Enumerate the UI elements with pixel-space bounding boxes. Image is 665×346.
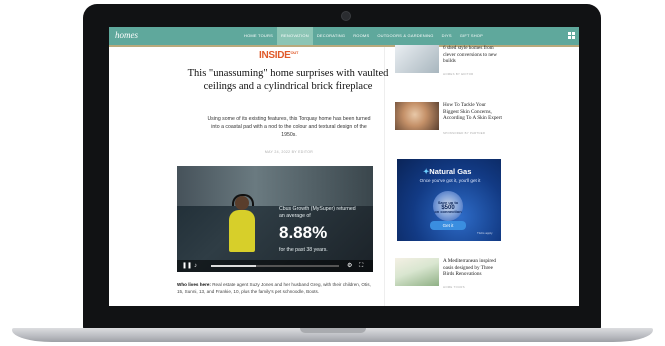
natural-gas-ad[interactable]: ✦Natural Gas Once you've got it, you'll … [397, 159, 501, 241]
article-body: Who lives here: Real estate agent Suzy J… [177, 282, 371, 294]
video-return-value: 8.88% [279, 223, 328, 242]
sidebar-article[interactable]: How To Tackle Your Biggest Skin Concerns… [395, 102, 575, 142]
video-progress-bar[interactable] [211, 265, 339, 267]
article-headline: This "unassuming" home surprises with va… [187, 68, 389, 92]
browser-screen: homes HOME TOURS RENOVATION DECORATING ROOM… [109, 27, 579, 306]
top-navigation: homes HOME TOURS RENOVATION DECORATING ROOM… [109, 27, 579, 45]
sidebar-article-title[interactable]: How To Tackle Your Biggest Skin Concerns… [443, 102, 503, 122]
sidebar-article-meta: SPONSORED BY PARTNER [443, 131, 486, 135]
site-logo[interactable]: homes [115, 30, 138, 40]
ad-offer-text: Save up to $500 on connection [434, 200, 462, 214]
video-person-body [229, 210, 255, 252]
sidebar-article[interactable]: 6 shed style homes from clever conversio… [395, 45, 575, 85]
video-controls: ❚❚ ♪ ⚙ ⛶ [177, 260, 373, 272]
sidebar-article[interactable]: A Mediterranean inspired oasis designed … [395, 258, 575, 298]
article-dateline: MAY 24, 2022 BY EDITOR [264, 150, 314, 154]
nav-item-rooms[interactable]: ROOMS [349, 27, 373, 45]
article-thumbnail[interactable] [395, 258, 439, 286]
category-badge[interactable]: INSIDEOUT [259, 50, 298, 61]
sidebar-article-title[interactable]: 6 shed style homes from clever conversio… [443, 45, 503, 65]
nav-item-diys[interactable]: DIYS [438, 27, 456, 45]
video-background [177, 166, 373, 206]
video-player[interactable]: Cbus Growth (MySuper) returned an averag… [177, 166, 373, 272]
nav-item-outdoors-gardening[interactable]: OUTDOORS & GARDENING [373, 27, 437, 45]
video-caption-line1: Cbus Growth (MySuper) returned an averag… [279, 206, 356, 219]
laptop-notch [300, 328, 366, 333]
nav-item-gift-shop[interactable]: GIFT SHOP [456, 27, 487, 45]
ad-cta-button[interactable]: Get it [430, 221, 466, 230]
headphones-icon [232, 194, 254, 206]
nav-item-renovation[interactable]: RENOVATION [276, 27, 313, 45]
play-icon[interactable]: ❚❚ [182, 263, 192, 269]
ad-brand: ✦Natural Gas [423, 167, 472, 176]
nav-item-decorating[interactable]: DECORATING [313, 27, 349, 45]
sidebar-article-title[interactable]: A Mediterranean inspired oasis designed … [443, 258, 503, 278]
sidebar-article-meta: HOMES BY EDITOR [443, 72, 474, 76]
ad-fineprint: T&Cs apply [477, 231, 493, 235]
nav-menu: HOME TOURS RENOVATION DECORATING ROOMS OUTDO… [240, 27, 487, 45]
article-thumbnail[interactable] [395, 102, 439, 130]
settings-icon[interactable]: ⚙ [347, 263, 352, 269]
volume-icon[interactable]: ♪ [194, 263, 197, 269]
nav-item-home-tours[interactable]: HOME TOURS [240, 27, 277, 45]
grid-icon[interactable] [568, 32, 575, 39]
video-progress-fill [211, 265, 256, 267]
fullscreen-icon[interactable]: ⛶ [359, 263, 363, 269]
video-caption-line2: for the past 38 years. [279, 247, 328, 253]
article-subtitle: Using some of its existing features, thi… [207, 116, 371, 139]
sidebar-article-meta: HOME TOURS [443, 285, 465, 289]
article-thumbnail[interactable] [395, 45, 439, 73]
ad-tagline: Once you've got it, you'll get it [419, 178, 481, 183]
webcam-icon [341, 11, 351, 21]
